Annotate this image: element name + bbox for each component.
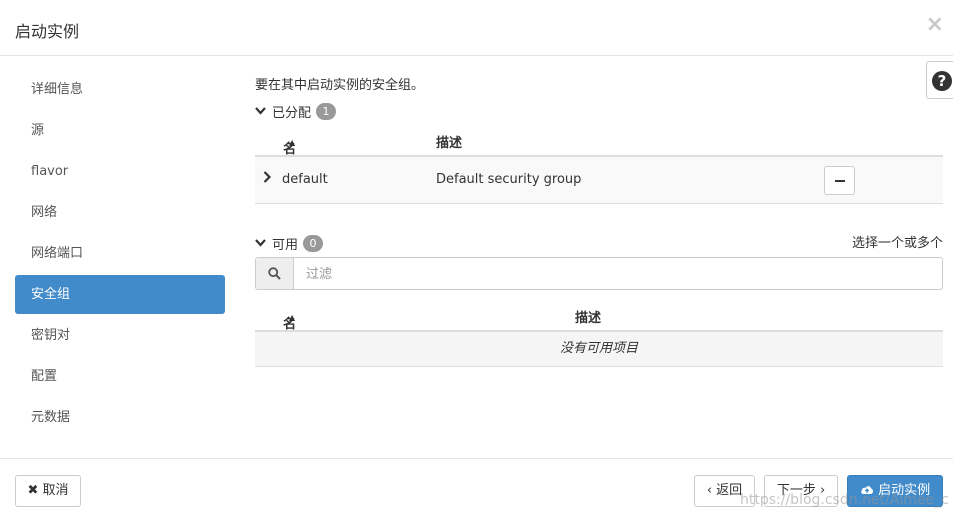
available-section-toggle[interactable]: 可用 0 (255, 234, 324, 253)
sidebar-item-details[interactable]: 详细信息 (15, 70, 225, 109)
sidebar-item-metadata[interactable]: 元数据 (15, 398, 225, 437)
sidebar-item-flavor[interactable]: flavor (15, 152, 225, 191)
sidebar-item-label: 网络端口 (31, 246, 84, 261)
sidebar-item-label: 详细信息 (31, 82, 84, 97)
wizard-sidebar: 详细信息 源 flavor 网络 网络端口 安全组 密钥对 配置 元数据 (15, 70, 225, 439)
column-header-description: 描述 (575, 311, 602, 326)
next-label: 下一步 (776, 483, 816, 498)
column-header-description: 描述 (436, 136, 463, 151)
sidebar-item-label: flavor (31, 164, 69, 179)
allocated-label: 已分配 (272, 106, 312, 121)
close-icon: ✖ (27, 483, 39, 498)
cloud-upload-icon (860, 483, 878, 498)
launch-instance-button[interactable]: 启动实例 (847, 475, 943, 507)
back-label: 返回 (716, 483, 743, 498)
filter-input-group (255, 257, 948, 291)
table-row: default Default security group (255, 157, 943, 204)
available-table-header: 名称▲ 描述 (255, 301, 943, 351)
allocated-table-header: 名称▲ 描述 (255, 126, 943, 176)
allocated-section-toggle[interactable]: 已分配 1 (255, 102, 337, 121)
security-groups-panel: 要在其中启动实例的安全组。 已分配 1 名称▲ 描述 default Defau… (255, 56, 948, 456)
modal-header: 启动实例 × (0, 0, 953, 56)
sidebar-item-label: 配置 (31, 369, 58, 384)
empty-message: 没有可用项目 (255, 332, 943, 367)
back-button[interactable]: ‹ 返回 (694, 475, 755, 507)
sort-asc-icon: ▲ (289, 313, 296, 322)
available-count-badge: 0 (303, 235, 324, 252)
sidebar-item-label: 密钥对 (31, 328, 71, 343)
modal-title: 启动实例 (15, 22, 80, 41)
chevron-down-icon (255, 105, 267, 118)
sidebar-item-networks[interactable]: 网络 (15, 193, 225, 232)
chevron-down-icon (255, 237, 267, 250)
modal-footer: ✖ 取消 ‹ 返回 下一步 › 启动实例 (0, 458, 953, 520)
next-button[interactable]: 下一步 › (764, 475, 838, 507)
remove-button[interactable] (824, 166, 855, 195)
allocated-count-badge: 1 (316, 103, 337, 120)
select-hint: 选择一个或多个 (851, 236, 943, 251)
cancel-button[interactable]: ✖ 取消 (15, 475, 81, 507)
sidebar-item-security-groups[interactable]: 安全组 (15, 275, 225, 314)
cancel-label: 取消 (42, 483, 69, 498)
intro-text: 要在其中启动实例的安全组。 (255, 78, 425, 93)
row-name: default (282, 172, 328, 187)
sidebar-item-source[interactable]: 源 (15, 111, 225, 150)
launch-label: 启动实例 (878, 483, 931, 498)
close-icon[interactable]: × (926, 12, 944, 37)
sidebar-item-network-ports[interactable]: 网络端口 (15, 234, 225, 273)
sidebar-item-label: 安全组 (31, 287, 71, 302)
sidebar-item-label: 元数据 (31, 410, 71, 425)
chevron-left-icon: ‹ (706, 483, 713, 498)
chevron-right-icon: › (819, 483, 826, 498)
chevron-right-icon[interactable] (263, 169, 272, 187)
search-icon (256, 258, 294, 289)
filter-input[interactable] (294, 258, 948, 291)
available-label: 可用 (272, 238, 299, 253)
row-description: Default security group (436, 172, 582, 187)
sidebar-item-configuration[interactable]: 配置 (15, 357, 225, 396)
sidebar-item-key-pair[interactable]: 密钥对 (15, 316, 225, 355)
sort-asc-icon: ▲ (289, 138, 296, 147)
sidebar-item-label: 源 (31, 123, 45, 138)
sidebar-item-label: 网络 (31, 205, 58, 220)
